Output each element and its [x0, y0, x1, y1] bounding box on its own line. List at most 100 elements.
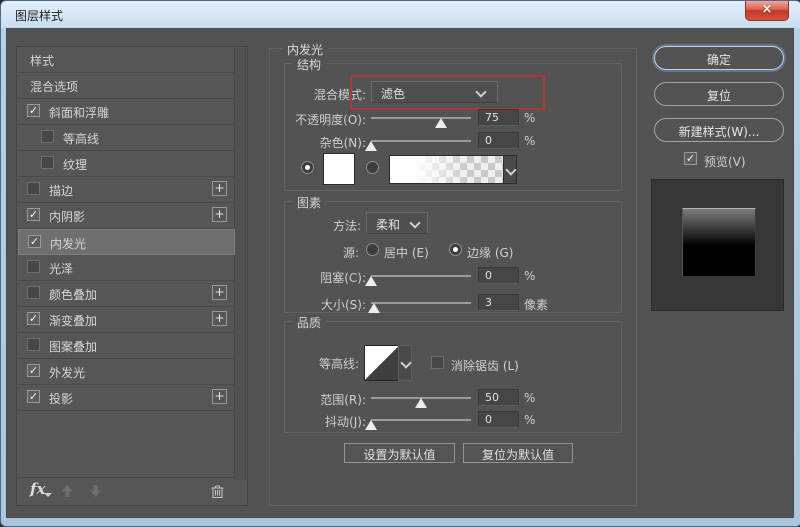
chevron-down-icon	[409, 217, 420, 228]
annotation-red-box	[350, 75, 545, 110]
antialias-checkbox[interactable]	[431, 356, 444, 369]
choke-label: 阻塞(C):	[271, 269, 366, 286]
reset-default-button[interactable]: 复位为默认值	[463, 443, 573, 463]
source-edge-radio[interactable]	[449, 243, 462, 256]
size-slider-thumb[interactable]	[368, 303, 380, 313]
chevron-down-icon	[400, 357, 411, 368]
checkbox-satin[interactable]	[27, 260, 40, 273]
sidebar-item-stroke[interactable]: 描边+	[18, 177, 235, 203]
window-title: 图层样式	[15, 7, 63, 24]
glow-gradient-radio[interactable]	[366, 161, 379, 174]
opacity-slider[interactable]	[371, 117, 471, 119]
noise-input[interactable]: 0	[478, 132, 519, 149]
checkbox-contour[interactable]	[41, 130, 54, 143]
sidebar-item-pattern-overlay[interactable]: 图案叠加	[18, 333, 235, 359]
noise-slider[interactable]	[371, 140, 471, 142]
sidebar-item-blending-options[interactable]: 混合选项	[18, 73, 235, 99]
sidebar-item-gradient-overlay[interactable]: ✓渐变叠加+	[18, 307, 235, 333]
structure-group-title: 结构	[292, 56, 326, 73]
new-style-button[interactable]: 新建样式(W)...	[654, 118, 784, 142]
range-slider[interactable]	[371, 397, 471, 399]
jitter-input[interactable]: 0	[478, 411, 519, 428]
jitter-label: 抖动(J):	[271, 413, 366, 430]
sidebar-item-texture[interactable]: 纹理	[18, 151, 235, 177]
opacity-unit: %	[524, 111, 535, 125]
checkbox-inner-glow[interactable]: ✓	[28, 235, 41, 248]
sidebar-item-styles[interactable]: 样式	[18, 47, 235, 73]
noise-unit: %	[524, 134, 535, 148]
check-icon: ✓	[29, 390, 38, 403]
reset-button[interactable]: 复位	[654, 82, 784, 106]
choke-slider-thumb[interactable]	[365, 276, 377, 286]
gradient-picker-button[interactable]	[503, 155, 517, 184]
source-center-label: 居中 (E)	[384, 244, 429, 261]
fx-menu-button[interactable]: fx	[30, 480, 45, 498]
check-icon: ✓	[29, 364, 38, 377]
choke-input[interactable]: 0	[478, 267, 519, 284]
range-unit: %	[524, 391, 535, 405]
size-input[interactable]: 3	[478, 294, 519, 311]
add-gradient-overlay-button[interactable]: +	[212, 311, 227, 326]
checkbox-outer-glow[interactable]: ✓	[27, 364, 40, 377]
chevron-down-icon	[505, 164, 516, 175]
sidebar-item-drop-shadow[interactable]: ✓投影+	[18, 385, 235, 411]
choke-unit: %	[524, 269, 535, 283]
style-list-panel: 样式 混合选项 ✓斜面和浮雕 等高线 纹理 描边+ ✓内阴影+ ✓内发光 光泽 …	[16, 46, 248, 506]
checkbox-pattern-overlay[interactable]	[27, 338, 40, 351]
opacity-input[interactable]: 75	[478, 109, 519, 126]
checkbox-color-overlay[interactable]	[27, 286, 40, 299]
jitter-slider-thumb[interactable]	[365, 420, 377, 430]
move-up-icon[interactable]	[60, 484, 75, 501]
sidebar-item-inner-shadow[interactable]: ✓内阴影+	[18, 203, 235, 229]
choke-slider[interactable]	[371, 275, 471, 277]
add-drop-shadow-button[interactable]: +	[212, 389, 227, 404]
size-unit: 像素	[524, 296, 548, 313]
style-preview-thumbnail	[682, 208, 756, 277]
close-button[interactable]: ×	[745, 1, 789, 21]
contour-label: 等高线:	[264, 355, 359, 372]
contour-thumbnail[interactable]	[364, 345, 399, 381]
glow-color-radio[interactable]	[301, 161, 314, 174]
sidebar-item-color-overlay[interactable]: 颜色叠加+	[18, 281, 235, 307]
glow-gradient-bar[interactable]	[389, 155, 504, 184]
style-list-toolbar: fx	[18, 477, 235, 504]
add-color-overlay-button[interactable]: +	[212, 285, 227, 300]
opacity-slider-thumb[interactable]	[435, 118, 447, 128]
source-edge-label: 边缘 (G)	[467, 244, 513, 261]
range-input[interactable]: 50	[478, 389, 519, 406]
checkbox-gradient-overlay[interactable]: ✓	[27, 312, 40, 325]
checkbox-inner-shadow[interactable]: ✓	[27, 208, 40, 221]
contour-picker-button[interactable]	[398, 345, 412, 381]
add-stroke-button[interactable]: +	[212, 181, 227, 196]
elements-group-title: 图素	[292, 194, 326, 211]
check-icon: ✓	[30, 235, 39, 248]
sidebar-item-bevel-emboss[interactable]: ✓斜面和浮雕	[18, 99, 235, 125]
delete-effect-icon[interactable]	[210, 484, 225, 502]
move-down-icon[interactable]	[88, 484, 103, 501]
antialias-label: 消除锯齿 (L)	[451, 357, 519, 374]
layer-style-dialog: 图层样式 × 样式 混合选项 ✓斜面和浮雕 等高线 纹理 描边+ ✓内阴影+ ✓…	[0, 0, 800, 527]
ok-button[interactable]: 确定	[654, 46, 784, 70]
check-icon: ✓	[29, 104, 38, 117]
sidebar-item-contour[interactable]: 等高线	[18, 125, 235, 151]
source-center-radio[interactable]	[366, 243, 379, 256]
style-list-scrollbar[interactable]	[234, 48, 246, 480]
range-slider-thumb[interactable]	[415, 398, 427, 408]
technique-select[interactable]: 柔和	[366, 212, 428, 234]
glow-color-swatch[interactable]	[323, 153, 355, 185]
checkbox-texture[interactable]	[41, 156, 54, 169]
noise-slider-thumb[interactable]	[365, 141, 377, 151]
sidebar-item-inner-glow[interactable]: ✓内发光	[18, 229, 235, 255]
set-default-button[interactable]: 设置为默认值	[344, 443, 455, 463]
sidebar-item-satin[interactable]: 光泽	[18, 255, 235, 281]
jitter-slider[interactable]	[371, 419, 471, 421]
sidebar-item-outer-glow[interactable]: ✓外发光	[18, 359, 235, 385]
add-inner-shadow-button[interactable]: +	[212, 207, 227, 222]
checkbox-drop-shadow[interactable]: ✓	[27, 390, 40, 403]
preview-checkbox[interactable]: ✓	[684, 152, 697, 165]
size-slider[interactable]	[371, 302, 471, 304]
checkbox-stroke[interactable]	[27, 182, 40, 195]
style-preview-panel	[651, 179, 784, 311]
checkbox-bevel-emboss[interactable]: ✓	[27, 104, 40, 117]
check-icon: ✓	[29, 208, 38, 221]
